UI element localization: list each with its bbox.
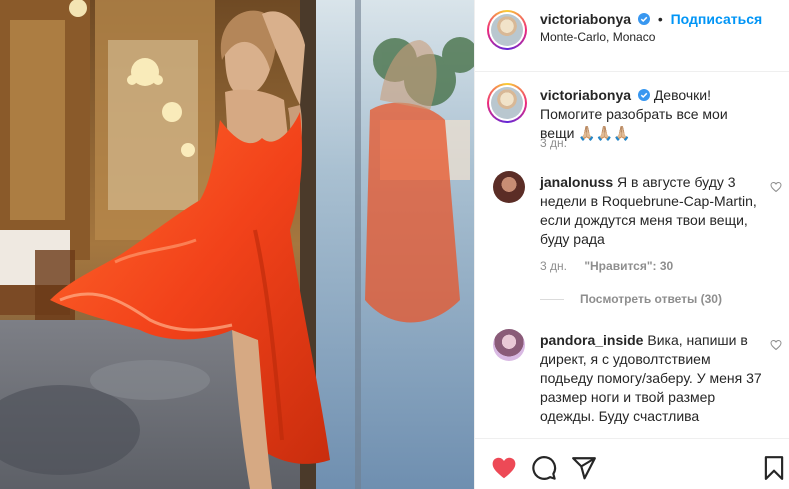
comment-meta: 3 дн. "Нравится": 30	[540, 259, 673, 273]
header-author-line: victoriabonya • Подписаться	[540, 11, 762, 27]
caption-text-block: victoriabonya Девочки! Помогите разобрат…	[540, 86, 765, 143]
post-side-panel: victoriabonya • Подписаться Monte-Carlo,…	[474, 0, 789, 489]
comment-username[interactable]: pandora_inside	[540, 332, 643, 348]
comments-list[interactable]: victoriabonya Девочки! Помогите разобрат…	[475, 73, 789, 438]
verified-badge-icon	[637, 13, 650, 25]
replies-divider	[540, 299, 564, 301]
instagram-post: victoriabonya • Подписаться Monte-Carlo,…	[0, 0, 789, 489]
post-image	[0, 0, 474, 489]
post-header: victoriabonya • Подписаться Monte-Carlo,…	[475, 0, 789, 72]
caption-avatar[interactable]	[487, 83, 527, 123]
caption-username[interactable]: victoriabonya	[540, 87, 631, 103]
action-bar	[475, 438, 789, 489]
comment-likes[interactable]: "Нравится": 30	[584, 259, 673, 273]
caption-time[interactable]: 3 дн.	[540, 136, 567, 150]
commenter-avatar[interactable]	[493, 329, 525, 361]
author-username[interactable]: victoriabonya	[540, 11, 631, 27]
heart-outline-icon[interactable]	[770, 339, 782, 351]
view-replies-label: Посмотреть ответы (30)	[580, 292, 722, 306]
commenter-avatar[interactable]	[493, 171, 525, 203]
post-location[interactable]: Monte-Carlo, Monaco	[540, 30, 655, 44]
view-replies-button[interactable]: Посмотреть ответы (30)	[540, 292, 722, 306]
bookmark-icon[interactable]	[761, 455, 787, 481]
verified-badge-icon	[637, 89, 650, 101]
author-avatar[interactable]	[487, 10, 527, 50]
comment-username[interactable]: janalonuss	[540, 174, 613, 190]
paper-plane-icon[interactable]	[571, 455, 597, 481]
header-separator: •	[657, 11, 663, 27]
follow-button[interactable]: Подписаться	[671, 11, 763, 27]
heart-filled-icon[interactable]	[491, 455, 517, 481]
comment-text-block: janalonuss Я в августе буду 3 недели в R…	[540, 173, 765, 249]
comment-time[interactable]: 3 дн.	[540, 259, 567, 273]
speech-bubble-icon[interactable]	[531, 455, 557, 481]
post-photo[interactable]	[0, 0, 474, 489]
heart-outline-icon[interactable]	[770, 181, 782, 193]
comment-text-block: pandora_inside Вика, напиши в директ, я …	[540, 331, 765, 426]
